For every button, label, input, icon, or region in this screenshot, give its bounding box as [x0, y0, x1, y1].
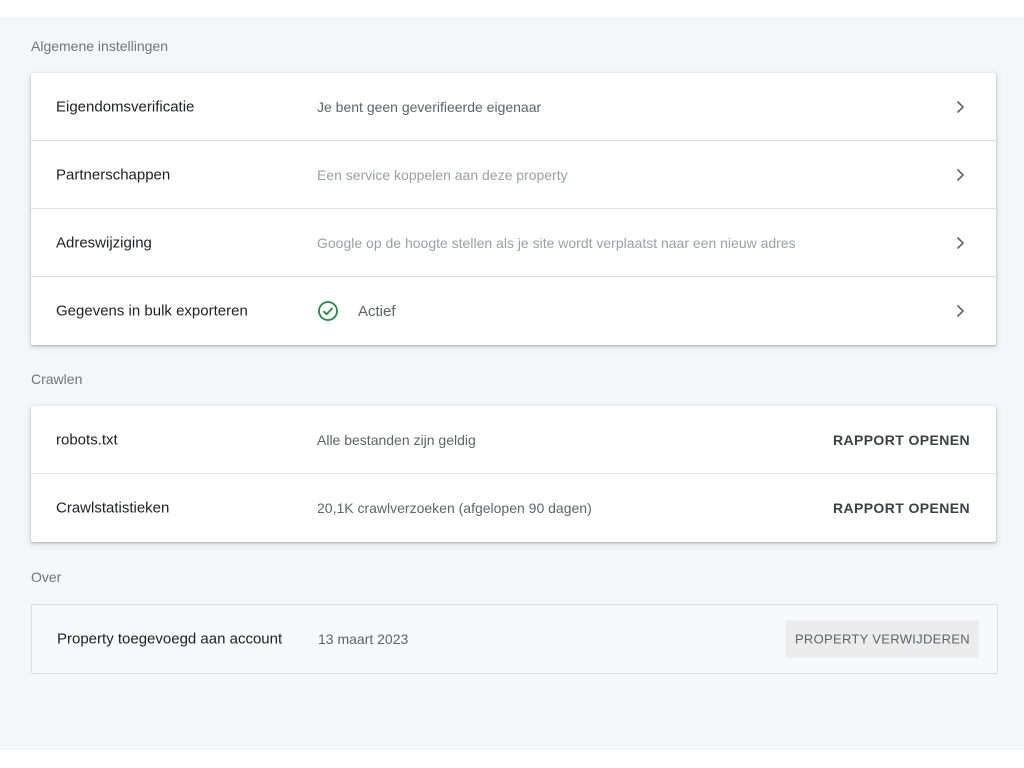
row-label: Partnerschappen: [56, 166, 171, 183]
about-card: Property toegevoegd aan account 13 maart…: [31, 604, 998, 674]
settings-row-bulk-data-export[interactable]: Gegevens in bulk exporteren Actief: [31, 277, 996, 345]
row-label: robots.txt: [56, 431, 118, 448]
status-text: Actief: [358, 302, 396, 320]
section-title-general: Algemene instellingen: [31, 38, 168, 54]
row-label: Gegevens in bulk exporteren: [56, 302, 248, 320]
row-label: Crawlstatistieken: [56, 499, 170, 517]
settings-row-ownership-verification[interactable]: Eigendomsverificatie Je bent geen geveri…: [31, 73, 996, 141]
row-value: 13 maart 2023: [318, 631, 409, 647]
general-settings-card: Eigendomsverificatie Je bent geen geveri…: [31, 73, 996, 345]
settings-row-robots-txt: robots.txt Alle bestanden zijn geldig RA…: [31, 406, 996, 474]
settings-row-partnerships[interactable]: Partnerschappen Een service koppelen aan…: [31, 141, 996, 209]
status-indicator: Actief: [317, 300, 396, 322]
row-label: Adreswijziging: [56, 234, 152, 251]
row-label: Eigendomsverificatie: [56, 98, 195, 115]
settings-row-crawl-stats: Crawlstatistieken 20,1K crawlverzoeken (…: [31, 474, 996, 542]
row-value: Google op de hoogte stellen als je site …: [317, 234, 796, 251]
row-value: Een service koppelen aan deze property: [317, 166, 568, 183]
row-value: 20,1K crawlverzoeken (afgelopen 90 dagen…: [317, 500, 592, 516]
row-value: Je bent geen geverifieerde eigenaar: [317, 98, 542, 115]
section-title-about: Over: [31, 569, 62, 585]
check-circle-icon: [318, 301, 338, 321]
section-title-crawl: Crawlen: [31, 371, 83, 387]
chevron-right-icon[interactable]: [952, 303, 968, 319]
open-report-button[interactable]: RAPPORT OPENEN: [833, 432, 970, 448]
row-value: Alle bestanden zijn geldig: [317, 431, 476, 448]
settings-row-change-of-address[interactable]: Adreswijziging Google op de hoogte stell…: [31, 209, 996, 277]
settings-page: Algemene instellingen Eigendomsverificat…: [0, 17, 1024, 750]
crawl-settings-card: robots.txt Alle bestanden zijn geldig RA…: [31, 406, 996, 542]
row-label: Property toegevoegd aan account: [57, 630, 283, 648]
chevron-right-icon[interactable]: [952, 99, 968, 115]
remove-property-button[interactable]: PROPERTY VERWIJDEREN: [785, 620, 979, 658]
open-report-button[interactable]: RAPPORT OPENEN: [833, 500, 970, 516]
chevron-right-icon[interactable]: [952, 235, 968, 251]
chevron-right-icon[interactable]: [952, 167, 968, 183]
settings-row-property-added: Property toegevoegd aan account 13 maart…: [32, 605, 997, 673]
